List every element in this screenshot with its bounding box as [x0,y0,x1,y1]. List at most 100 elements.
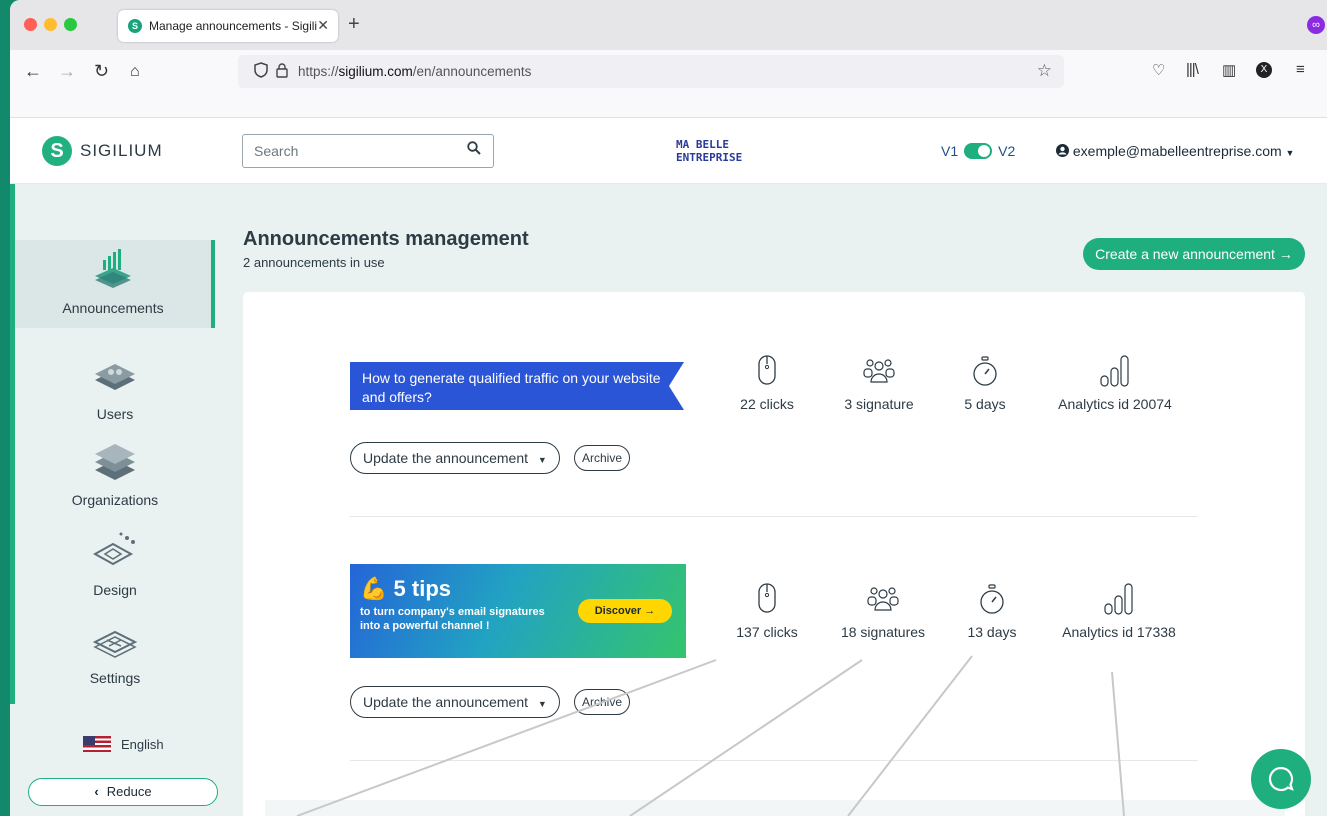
analytics-stat: Analytics id 20074 [1040,354,1190,412]
mouse-icon [758,583,776,613]
forward-icon[interactable]: → [58,61,76,82]
browser-tab[interactable]: S Manage announcements - Sigili ✕ [118,10,338,42]
sidebar-toggle-icon[interactable]: ▥ [1222,61,1236,79]
card-footer-area [265,800,1285,816]
signatures-stat: 18 signatures [823,582,943,640]
sidebar-item-users[interactable]: Users [15,352,215,422]
announcement-banner[interactable]: How to generate qualified traffic on you… [350,362,684,410]
app-header: S SIGILIUM Search MA BELLE ENTREPRISE V1… [10,118,1327,184]
menu-icon[interactable]: ≡ [1296,61,1305,78]
archive-button[interactable]: Archive [574,689,631,715]
signatures-stat: 3 signature [819,354,939,412]
browser-navbar: ← → ↻ ⌂ https://sigilium.com/en/announce… [10,50,1327,118]
bar-chart-icon [1104,583,1133,615]
version-v2-label: V2 [998,143,1016,159]
tab-close-icon[interactable]: ✕ [317,17,329,34]
update-announcement-button[interactable]: Update the announcement ▼ [350,442,560,474]
caret-down-icon: ▼ [537,699,547,709]
search-placeholder: Search [254,143,299,159]
search-icon[interactable] [467,141,481,159]
sidebar: Announcements Users Organizations Design [15,184,218,816]
bookmark-star-icon[interactable]: ☆ [1037,61,1052,81]
clicks-value: 137 clicks [736,624,798,640]
reload-icon[interactable]: ↻ [94,61,109,82]
days-value: 5 days [964,396,1006,412]
caret-down-icon: ▼ [1285,148,1295,158]
page-title: Announcements management [243,228,529,250]
signatures-value: 3 signature [844,396,914,412]
us-flag-icon [83,736,111,752]
url-path: /en/announcements [412,64,532,79]
days-stat: 13 days [932,582,1052,640]
design-icon [91,528,139,576]
sidebar-item-settings[interactable]: Settings [15,616,215,686]
library-icon[interactable]: |||\ [1186,61,1199,78]
brand-line-2: ENTREPRISE [676,151,743,164]
tab-title: Manage announcements - Sigili [149,19,318,33]
sigilium-logo[interactable]: S SIGILIUM [42,136,163,166]
reduce-sidebar-button[interactable]: ‹ Reduce [28,778,218,806]
search-input[interactable]: Search [242,134,494,168]
url-host: sigilium.com [338,64,413,79]
flexed-arm-icon: 💪 [360,576,388,601]
browser-tabbar: S Manage announcements - Sigili ✕ + ∞ [10,0,1327,50]
announcement-divider [350,516,1198,517]
days-value: 13 days [967,624,1017,640]
create-announcement-button[interactable]: Create a new announcement → [1083,238,1305,270]
lock-icon [276,62,288,81]
update-label: Update the announcement [363,450,529,466]
announcements-card: How to generate qualified traffic on you… [243,292,1305,816]
sidebar-item-organizations[interactable]: Organizations [15,438,215,508]
logo-text: SIGILIUM [80,141,163,160]
url-prefix: https:// [298,64,339,79]
settings-icon [91,616,139,664]
announcement-banner[interactable]: 💪 5 tips to turn company's email signatu… [350,564,686,658]
announcements-icon [89,246,137,294]
new-tab-icon[interactable]: + [348,13,360,36]
user-menu[interactable]: exemple@mabelleentreprise.com ▼ [1056,143,1294,159]
back-icon[interactable]: ← [24,61,42,82]
chat-bubble-icon [1268,766,1294,792]
account-icon[interactable]: X [1256,62,1272,78]
company-brand: MA BELLE ENTREPRISE [676,138,742,164]
announcement-item: 💪 5 tips to turn company's email signatu… [350,564,1198,724]
signatures-value: 18 signatures [840,624,926,640]
analytics-stat: Analytics id 17338 [1044,582,1194,640]
organizations-icon [91,438,139,486]
archive-button[interactable]: Archive [574,445,631,471]
mouse-icon [758,355,776,385]
discover-button[interactable]: Discover → [578,599,672,623]
sidebar-item-design[interactable]: Design [15,528,215,598]
sidebar-item-label: Design [93,582,137,598]
chat-button[interactable] [1251,749,1311,809]
sidebar-item-label: Announcements [62,300,164,316]
users-icon [91,352,139,400]
user-email: exemple@mabelleentreprise.com [1072,143,1282,159]
stopwatch-icon [973,356,997,386]
update-label: Update the announcement [363,694,529,710]
reduce-label: Reduce [106,784,152,799]
version-switch[interactable] [964,143,993,159]
analytics-value: Analytics id 20074 [1058,396,1172,412]
maximize-window-button[interactable] [64,18,77,31]
url-bar[interactable]: https://sigilium.com/en/announcements ☆ [238,55,1064,88]
home-icon[interactable]: ⌂ [130,63,140,81]
language-selector[interactable]: English [83,736,164,752]
sidebar-item-announcements[interactable]: Announcements [15,240,215,328]
caret-down-icon: ▼ [537,455,547,465]
chevron-left-icon: ‹ [94,784,99,799]
pocket-icon[interactable]: ♡ [1152,61,1165,79]
sidebar-item-label: Settings [89,670,141,686]
close-window-button[interactable] [24,18,37,31]
language-label: English [121,736,164,752]
app-body: Announcements Users Organizations Design [10,184,1327,816]
sidebar-item-label: Users [96,406,134,422]
bar-chart-icon [1100,355,1129,387]
brand-line-1: MA BELLE [676,138,729,151]
minimize-window-button[interactable] [44,18,57,31]
update-announcement-button[interactable]: Update the announcement ▼ [350,686,560,718]
page-subtitle: 2 announcements in use [243,255,385,270]
version-v1-label: V1 [941,143,959,159]
extension-icon[interactable]: ∞ [1307,16,1325,34]
version-toggle[interactable]: V1 V2 [941,143,1015,159]
